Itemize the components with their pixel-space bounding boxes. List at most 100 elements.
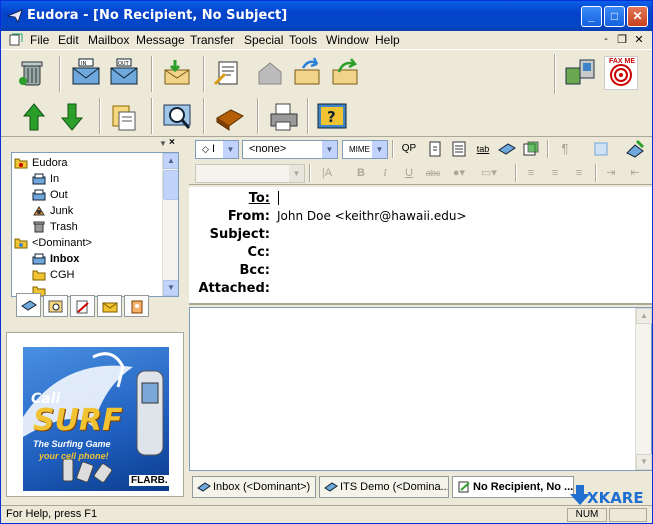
- menu-file[interactable]: File: [30, 33, 49, 47]
- tab-mailboxes[interactable]: [16, 293, 41, 317]
- text-color-icon[interactable]: ●▾: [449, 163, 469, 183]
- minimize-button[interactable]: _: [581, 6, 602, 27]
- pilcrow-icon[interactable]: ¶: [555, 139, 575, 159]
- priority-value: I: [211, 143, 216, 155]
- body-scrollbar[interactable]: ▲ ▼: [635, 308, 652, 470]
- previous-message-icon[interactable]: [17, 100, 51, 134]
- outdent-icon[interactable]: ⇤: [625, 163, 645, 183]
- scroll-down-icon[interactable]: ▼: [163, 280, 178, 296]
- window-tab-compose[interactable]: No Recipient, No ...: [452, 476, 574, 498]
- mdi-minimize-button[interactable]: -: [599, 33, 613, 45]
- tree-item-out[interactable]: Out: [32, 187, 68, 203]
- tab-file-browser[interactable]: [43, 295, 68, 317]
- close-button[interactable]: ✕: [627, 6, 648, 27]
- tab-stationery[interactable]: [97, 295, 122, 317]
- keep-copies-icon[interactable]: [497, 139, 517, 159]
- font-select[interactable]: ▼: [195, 164, 305, 183]
- tree-item-label: CGH: [50, 269, 75, 281]
- menu-help[interactable]: Help: [375, 33, 400, 47]
- menu-tools[interactable]: Tools: [289, 33, 317, 47]
- quoted-printable-button[interactable]: QP: [399, 139, 419, 159]
- send-icon[interactable]: [625, 139, 645, 159]
- tree-item-eudora[interactable]: Eudora: [14, 155, 67, 171]
- font-size-icon[interactable]: |A: [317, 163, 337, 183]
- ad-company: FLARB.: [129, 475, 170, 486]
- subject-field[interactable]: [277, 226, 637, 242]
- from-field[interactable]: John Doe <keithr@hawaii.edu>: [277, 209, 467, 223]
- mdi-close-button[interactable]: ✕: [632, 33, 646, 46]
- fax-me-logo[interactable]: FAX ME: [604, 56, 638, 90]
- attach-file-icon[interactable]: [107, 100, 141, 134]
- scroll-thumb[interactable]: [163, 170, 178, 200]
- reply-icon[interactable]: [253, 56, 287, 90]
- bcc-field[interactable]: [277, 262, 637, 278]
- to-field[interactable]: [277, 190, 637, 206]
- menu-window[interactable]: Window: [326, 33, 369, 47]
- address-book-icon[interactable]: [213, 100, 247, 134]
- signature-select[interactable]: <none> ▼: [242, 140, 338, 159]
- print-icon[interactable]: [267, 100, 301, 134]
- return-receipt-icon[interactable]: [521, 139, 541, 159]
- underline-icon[interactable]: U: [399, 163, 419, 183]
- subject-label: Subject:: [209, 227, 270, 242]
- tree-item-cgh[interactable]: CGH: [32, 267, 74, 283]
- italic-icon[interactable]: I: [375, 163, 395, 183]
- tabs-in-body-button[interactable]: tab: [473, 139, 493, 159]
- title-bar[interactable]: Eudora - [No Recipient, No Subject] _ □ …: [1, 1, 652, 31]
- menu-edit[interactable]: Edit: [58, 33, 79, 47]
- mailboxes-tab-icon: [21, 300, 37, 311]
- text-as-attachment-icon[interactable]: [425, 139, 445, 159]
- menu-special[interactable]: Special: [244, 33, 283, 47]
- tree-scrollbar[interactable]: ▲ ▼: [162, 153, 178, 296]
- tab-personalities[interactable]: [124, 295, 149, 317]
- align-center-icon[interactable]: ≡: [545, 163, 565, 183]
- menu-message[interactable]: Message: [136, 33, 185, 47]
- window-tab-inbox[interactable]: Inbox (<Dominant>): [192, 476, 316, 498]
- cc-field[interactable]: [277, 244, 637, 260]
- menu-bar: File Edit Mailbox Message Transfer Speci…: [1, 31, 652, 49]
- tab-signatures[interactable]: [70, 295, 95, 317]
- mdi-restore-button[interactable]: ❐: [615, 33, 629, 46]
- outbox-toolbar-icon[interactable]: OUT: [107, 56, 141, 90]
- insert-icon[interactable]: ▭▾: [479, 163, 499, 183]
- network-icon[interactable]: [564, 56, 598, 90]
- scroll-up-icon[interactable]: ▲: [163, 153, 178, 169]
- scroll-up-icon[interactable]: ▲: [636, 308, 652, 324]
- toolbar-separator: [309, 164, 311, 182]
- align-right-icon[interactable]: ≡: [569, 163, 589, 183]
- tree-item-dominant[interactable]: <Dominant>: [14, 235, 92, 251]
- encoding-select[interactable]: MIME ▼: [342, 140, 388, 159]
- message-body[interactable]: ▲ ▼: [189, 307, 652, 471]
- tree-item-inbox[interactable]: Inbox: [32, 251, 79, 267]
- bold-icon[interactable]: B: [351, 163, 371, 183]
- strikethrough-icon[interactable]: abc: [423, 163, 443, 183]
- priority-select[interactable]: ◇ I ▼: [195, 140, 239, 159]
- document-menu-icon[interactable]: [9, 33, 23, 46]
- pane-close-icon[interactable]: ×: [169, 137, 175, 148]
- inbox-toolbar-icon[interactable]: IN: [69, 56, 103, 90]
- ad-banner[interactable]: Cali SURF The Surfing Game your cell pho…: [6, 332, 184, 497]
- find-icon[interactable]: [161, 100, 195, 134]
- pane-menu-icon[interactable]: ▼: [159, 139, 167, 148]
- attached-field[interactable]: [277, 280, 637, 296]
- tree-item-junk[interactable]: Junk: [32, 203, 73, 219]
- indent-icon[interactable]: ⇥: [601, 163, 621, 183]
- next-message-icon[interactable]: [55, 100, 89, 134]
- window-tab-its-demo[interactable]: ITS Demo (<Domina...: [319, 476, 449, 498]
- menu-transfer[interactable]: Transfer: [190, 33, 234, 47]
- menu-mailbox[interactable]: Mailbox: [88, 33, 129, 47]
- redirect-icon[interactable]: [329, 56, 363, 90]
- send-later-icon[interactable]: [591, 139, 611, 159]
- tree-item-in[interactable]: In: [32, 171, 59, 187]
- scroll-down-icon[interactable]: ▼: [636, 454, 652, 470]
- word-wrap-icon[interactable]: [449, 139, 469, 159]
- forward-icon[interactable]: [291, 56, 325, 90]
- maximize-button[interactable]: □: [604, 6, 625, 27]
- align-left-icon[interactable]: ≡: [521, 163, 541, 183]
- help-icon[interactable]: ?: [315, 100, 349, 134]
- tree-item-trash[interactable]: Trash: [32, 219, 78, 235]
- check-mail-icon[interactable]: [161, 56, 195, 90]
- trash-can-icon[interactable]: [15, 56, 49, 90]
- toolbar-separator: [595, 164, 597, 182]
- new-message-icon[interactable]: [211, 56, 245, 90]
